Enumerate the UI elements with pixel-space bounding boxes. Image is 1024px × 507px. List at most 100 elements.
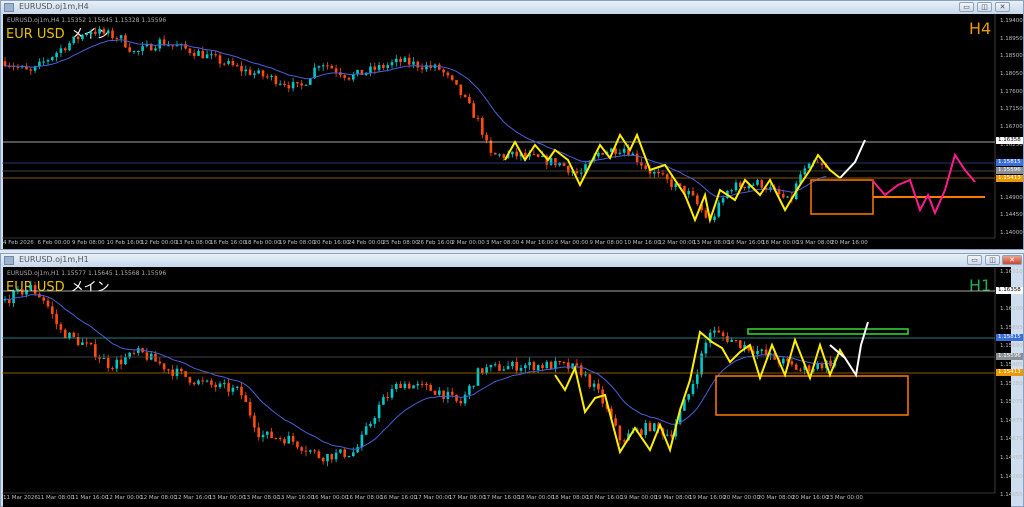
- h4-candle-body: [266, 76, 269, 78]
- h4-candle-body: [597, 153, 600, 157]
- h1-candle-body: [429, 385, 432, 391]
- h4-orange-zone[interactable]: [810, 179, 874, 215]
- h1-candle-body: [493, 364, 497, 366]
- h1-candle-body: [653, 423, 656, 432]
- h4-candle-body: [111, 30, 114, 39]
- h1-candle-body: [717, 330, 721, 333]
- h1-candle-body: [459, 400, 463, 404]
- h1-candle-body: [188, 376, 192, 383]
- h1-candle-body: [46, 300, 50, 307]
- h1-candle-body: [244, 395, 248, 403]
- h1-candle-body: [579, 365, 583, 376]
- h1-time-tick: 16 Mar 08:00: [346, 495, 383, 501]
- h1-time-tick: 20 Mar 00:00: [723, 495, 761, 501]
- h4-candle-body: [386, 65, 389, 68]
- h4-candle-body: [16, 66, 20, 68]
- h1-price-box: 1.15815: [996, 334, 1023, 342]
- h4-candle-body: [657, 172, 660, 174]
- h1-price-tick: 1.14055: [1000, 492, 1023, 499]
- h4-candle-body: [756, 180, 759, 185]
- h1-candle-body: [545, 361, 549, 369]
- h1-candle-body: [506, 366, 510, 370]
- h4-candle-body: [713, 216, 716, 220]
- h4-candle-body: [158, 39, 162, 49]
- h4-candle-body: [326, 65, 329, 67]
- h1-candle-body: [373, 418, 377, 424]
- h1-candle-body: [764, 349, 768, 355]
- h4-time-tick: 12 Feb 00:00: [141, 240, 178, 246]
- h1-candle-body: [399, 384, 402, 388]
- h4-time-tick: 9 Feb 08:00: [72, 240, 105, 246]
- h4-candle-body: [257, 70, 260, 74]
- h1-candle-body: [640, 429, 643, 435]
- h4-candle-body: [416, 61, 420, 68]
- h4-time-tick: 25 Feb 08:00: [382, 240, 419, 246]
- h1-candle-body: [326, 454, 329, 462]
- h4-candle-body: [261, 70, 265, 77]
- h4-candle-body: [403, 57, 407, 62]
- h4-time-tick: 16 Mar 16:00: [727, 240, 765, 246]
- h1-candle-body: [29, 285, 33, 290]
- h1-green-zone[interactable]: [747, 328, 909, 335]
- h4-candle-body: [330, 65, 334, 69]
- h1-candle-body: [536, 365, 540, 371]
- h1-white-projection[interactable]: [829, 321, 869, 378]
- h4-candle-body: [119, 35, 123, 39]
- h1-candle-body: [102, 357, 106, 359]
- h1-candle-body: [68, 332, 71, 339]
- h4-candle-body: [653, 172, 656, 174]
- h1-candle-body: [184, 371, 187, 377]
- h1-time-tick: 18 Mar 00:00: [517, 495, 555, 501]
- h4-candle-body: [601, 153, 604, 155]
- h1-candle-body: [597, 383, 600, 390]
- h4-price-tick: 1.14450: [1000, 212, 1023, 219]
- h4-candle-body: [218, 55, 222, 64]
- h4-pink-projection[interactable]: [871, 152, 976, 216]
- h4-candle-body: [717, 202, 721, 217]
- h4-candle-body: [730, 190, 733, 192]
- h4-time-tick: 19 Mar 08:00: [796, 240, 834, 246]
- h1-candle-body: [450, 391, 454, 395]
- h1-orange-zone[interactable]: [715, 375, 909, 416]
- h1-candle-body: [395, 384, 398, 390]
- h1-time-tick: 13 Mar 00:00: [208, 495, 246, 501]
- h4-candle-body: [248, 69, 252, 75]
- h1-candle-body: [670, 434, 673, 437]
- h4-candle-body: [743, 186, 746, 189]
- h1-candle-body: [72, 332, 76, 337]
- h4-candle-body: [786, 196, 789, 198]
- h4-white-projection[interactable]: [839, 139, 866, 179]
- h1-time-tick: 19 Mar 16:00: [689, 495, 726, 501]
- h4-candle-body: [373, 66, 377, 70]
- h4-candle-body: [94, 31, 97, 34]
- h1-candle-body: [137, 348, 140, 353]
- h1-time-tick: 23 Mar 00:00: [826, 495, 863, 501]
- h4-candle-body: [476, 117, 480, 119]
- h4-time-tick: 16 Feb 16:00: [210, 240, 247, 246]
- h4-yellow-zigzag[interactable]: [504, 132, 841, 224]
- h1-candle-body: [51, 306, 54, 314]
- h4-candle-body: [524, 152, 527, 157]
- h1-candle-body: [59, 324, 63, 330]
- h4-time-tick: 18 Feb 00:00: [244, 240, 281, 246]
- h4-candle-body: [270, 75, 273, 77]
- h4-candle-body: [38, 61, 41, 67]
- h1-candle-body: [12, 290, 15, 304]
- h1-candle-body: [158, 361, 162, 364]
- h4-time-tick: 6 Mar 00:00: [555, 240, 589, 246]
- h1-candle-body: [463, 394, 467, 404]
- h1-candle-body: [63, 329, 67, 339]
- h4-candle-body: [450, 75, 454, 80]
- h4-candle-body: [46, 60, 50, 62]
- h1-candle-body: [700, 353, 703, 375]
- h1-candle-body: [94, 344, 97, 358]
- h1-candle-body: [253, 415, 256, 428]
- h4-candle-body: [42, 61, 45, 63]
- h1-time-tick: 13 Mar 16:00: [277, 495, 315, 501]
- h4-candle-body: [334, 68, 338, 73]
- h1-candle-body: [334, 452, 338, 460]
- h4-price-tick: 1.14900: [1000, 194, 1023, 201]
- h1-candle-body: [382, 397, 385, 405]
- h1-time-tick: 19 Mar 00:00: [620, 495, 658, 501]
- h1-candle-body: [85, 342, 88, 344]
